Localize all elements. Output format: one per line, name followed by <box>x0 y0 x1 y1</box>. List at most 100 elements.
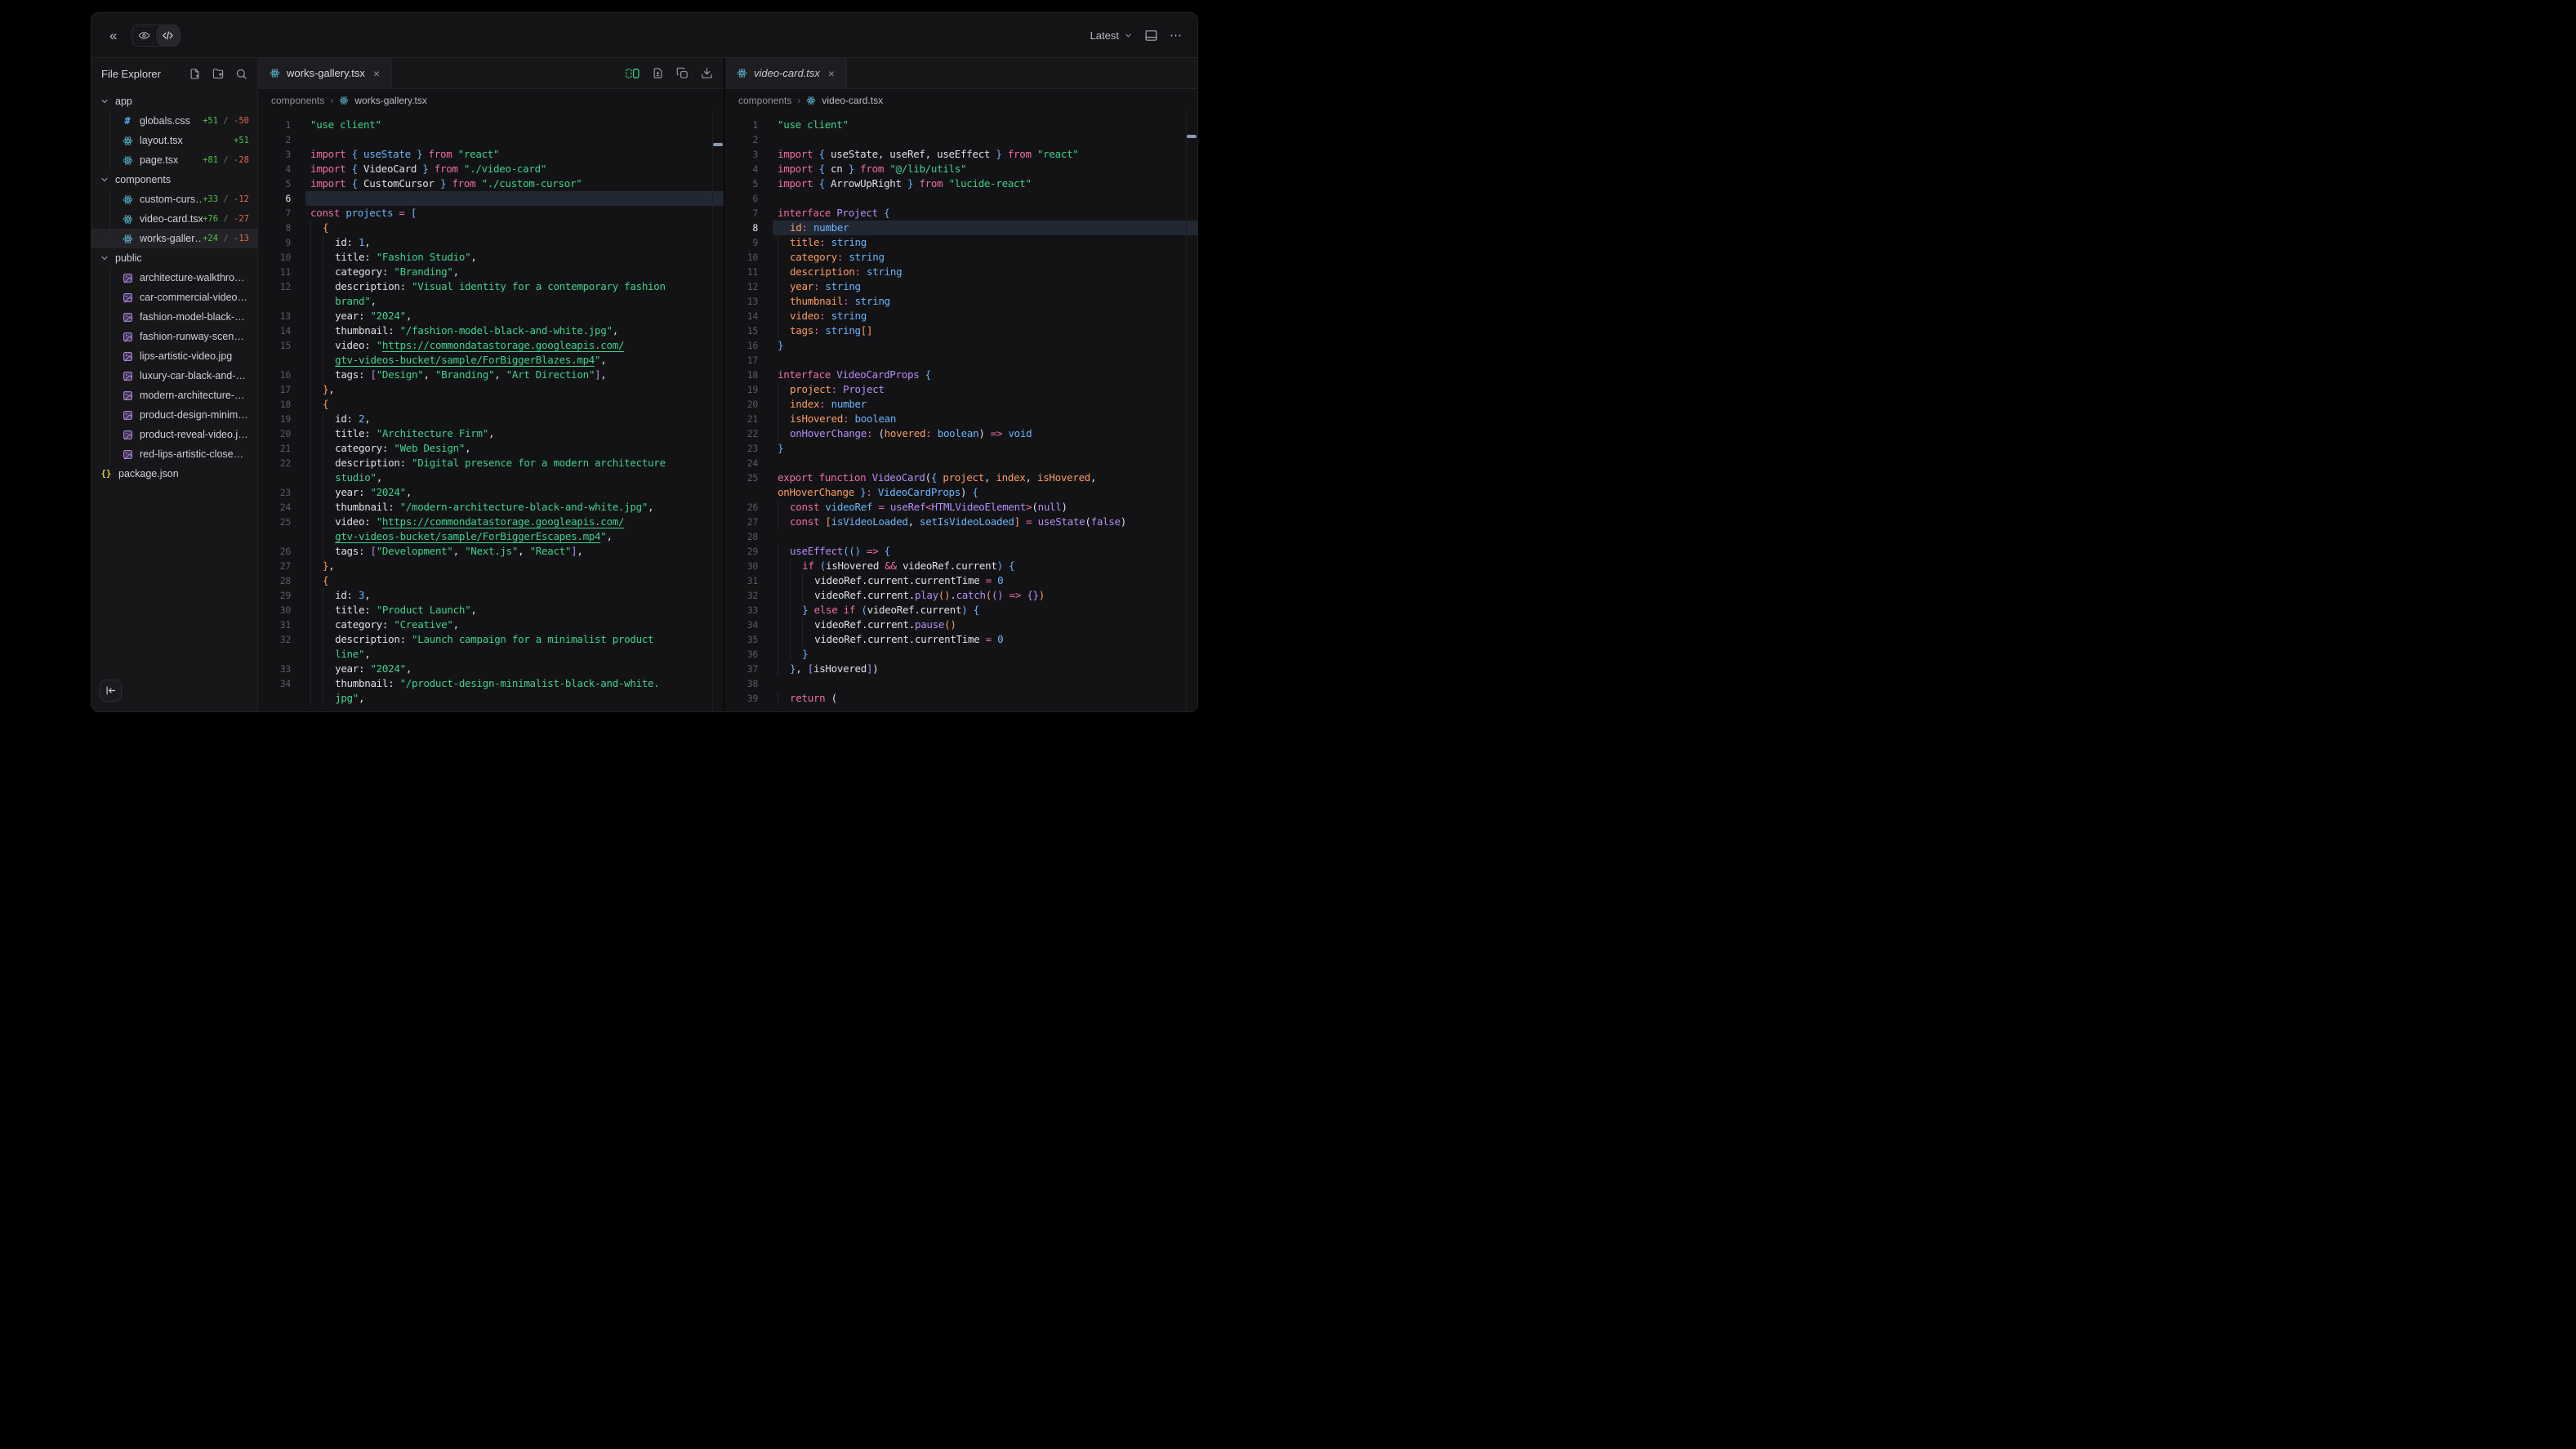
code-line[interactable]: 5import { ArrowUpRight } from "lucide-re… <box>725 176 1197 191</box>
code-line[interactable]: 26const videoRef = useRef<HTMLVideoEleme… <box>725 500 1197 515</box>
code-line[interactable]: 8{ <box>258 221 724 235</box>
code-line[interactable]: studio", <box>258 470 724 485</box>
code-line[interactable]: 10category: string <box>725 250 1197 265</box>
tree-file-item[interactable]: layout.tsx+51 <box>91 131 257 150</box>
code-line[interactable]: 32description: "Launch campaign for a mi… <box>258 632 724 647</box>
code-line[interactable]: 39return ( <box>725 691 1197 706</box>
preview-toggle-button[interactable] <box>132 25 156 46</box>
collapse-panel-button[interactable]: « <box>106 27 120 44</box>
code-line[interactable]: 21category: "Web Design", <box>258 441 724 456</box>
code-line[interactable]: 4import { cn } from "@/lib/utils" <box>725 162 1197 176</box>
code-line[interactable]: 33} else if (videoRef.current) { <box>725 603 1197 617</box>
version-dropdown[interactable]: Latest <box>1090 29 1133 42</box>
code-line[interactable]: 25export function VideoCard({ project, i… <box>725 470 1197 485</box>
tree-folder-public[interactable]: public <box>91 248 257 268</box>
code-line[interactable]: 13year: "2024", <box>258 309 724 323</box>
file-diff-button[interactable] <box>652 67 664 79</box>
tree-file-item[interactable]: fashion-runway-scen… <box>91 327 257 346</box>
code-line[interactable]: 10title: "Fashion Studio", <box>258 250 724 265</box>
code-line[interactable]: 9title: string <box>725 235 1197 250</box>
tree-folder-components[interactable]: components <box>91 170 257 189</box>
code-line[interactable]: 17}, <box>258 382 724 397</box>
code-line[interactable]: 30if (isHovered && videoRef.current) { <box>725 559 1197 573</box>
tab-video-card[interactable]: video-card.tsx × <box>725 58 847 88</box>
tree-file-item[interactable]: works-galler…+24 / -13 <box>91 229 257 248</box>
code-line[interactable]: 12description: "Visual identity for a co… <box>258 279 724 294</box>
tree-file-item[interactable]: {}package.json <box>91 464 257 484</box>
code-line[interactable]: 28{ <box>258 573 724 588</box>
code-line[interactable]: 2 <box>725 132 1197 147</box>
code-line[interactable]: line", <box>258 647 724 662</box>
code-line[interactable]: 9id: 1, <box>258 235 724 250</box>
code-line[interactable]: 24 <box>725 456 1197 470</box>
code-line[interactable]: 8id: number <box>725 221 1197 235</box>
code-line[interactable]: 20index: number <box>725 397 1197 412</box>
tree-file-item[interactable]: luxury-car-black-and-… <box>91 366 257 386</box>
code-line[interactable]: 35videoRef.current.currentTime = 0 <box>725 632 1197 647</box>
code-line[interactable]: gtv-videos-bucket/sample/ForBiggerEscape… <box>258 529 724 544</box>
code-line[interactable]: 29id: 3, <box>258 588 724 603</box>
code-line[interactable]: 24thumbnail: "/modern-architecture-black… <box>258 500 724 515</box>
breadcrumb-file[interactable]: works-gallery.tsx <box>354 95 426 106</box>
code-line[interactable]: 2 <box>258 132 724 147</box>
scrollbar-track[interactable] <box>1186 111 1197 712</box>
code-line[interactable]: onHoverChange }: VideoCardProps) { <box>725 485 1197 500</box>
diff-split-view-button[interactable] <box>626 68 640 79</box>
code-line[interactable]: 19id: 2, <box>258 412 724 426</box>
code-line[interactable]: 13thumbnail: string <box>725 294 1197 309</box>
new-folder-button[interactable] <box>212 68 225 80</box>
breadcrumb-folder[interactable]: components <box>738 95 791 106</box>
close-tab-icon[interactable]: × <box>372 68 381 79</box>
code-line[interactable]: 6 <box>725 191 1197 206</box>
download-button[interactable] <box>701 67 713 79</box>
scrollbar-track[interactable] <box>712 111 724 712</box>
breadcrumb-folder[interactable]: components <box>271 95 324 106</box>
copy-code-button[interactable] <box>676 67 689 79</box>
code-line[interactable]: 34thumbnail: "/product-design-minimalist… <box>258 676 724 691</box>
breadcrumb-file[interactable]: video-card.tsx <box>822 95 883 106</box>
code-line[interactable]: 11category: "Branding", <box>258 265 724 279</box>
code-line[interactable]: 11description: string <box>725 265 1197 279</box>
new-file-button[interactable] <box>189 68 201 80</box>
code-line[interactable]: 32videoRef.current.play().catch(() => {}… <box>725 588 1197 603</box>
tree-file-item[interactable]: fashion-model-black-… <box>91 307 257 327</box>
tree-file-item[interactable]: product-design-minim… <box>91 405 257 425</box>
code-toggle-button[interactable] <box>156 25 180 46</box>
code-line[interactable]: 20title: "Architecture Firm", <box>258 426 724 441</box>
code-line[interactable]: 23year: "2024", <box>258 485 724 500</box>
tree-folder-app[interactable]: app <box>91 91 257 111</box>
code-line[interactable]: 18{ <box>258 397 724 412</box>
code-line[interactable]: 25video: "https://commondatastorage.goog… <box>258 515 724 529</box>
code-line[interactable]: 15tags: string[] <box>725 323 1197 338</box>
more-options-button[interactable]: ⋯ <box>1170 28 1183 42</box>
code-line[interactable]: 17 <box>725 353 1197 368</box>
code-line[interactable]: 38 <box>725 676 1197 691</box>
code-line[interactable]: 7const projects = [ <box>258 206 724 221</box>
code-line[interactable]: gtv-videos-bucket/sample/ForBiggerBlazes… <box>258 353 724 368</box>
scrollbar-thumb[interactable] <box>713 143 723 146</box>
code-line[interactable]: 22onHoverChange: (hovered: boolean) => v… <box>725 426 1197 441</box>
code-line[interactable]: 36} <box>725 647 1197 662</box>
tree-file-item[interactable]: car-commercial-video… <box>91 288 257 307</box>
code-line[interactable]: 1"use client" <box>725 118 1197 132</box>
search-files-button[interactable] <box>235 68 247 80</box>
code-line[interactable]: 3import { useState } from "react" <box>258 147 724 162</box>
layout-panel-button[interactable] <box>1144 29 1158 42</box>
code-line[interactable]: 15video: "https://commondatastorage.goog… <box>258 338 724 353</box>
tree-file-item[interactable]: lips-artistic-video.jpg <box>91 346 257 366</box>
code-line[interactable]: 7interface Project { <box>725 206 1197 221</box>
code-line[interactable]: 4import { VideoCard } from "./video-card… <box>258 162 724 176</box>
collapse-sidebar-button[interactable] <box>100 680 122 702</box>
tree-file-item[interactable]: modern-architecture-… <box>91 386 257 405</box>
code-line[interactable]: 30title: "Product Launch", <box>258 603 724 617</box>
code-line[interactable]: 37}, [isHovered]) <box>725 662 1197 676</box>
code-line[interactable]: 33year: "2024", <box>258 662 724 676</box>
code-line[interactable]: 22description: "Digital presence for a m… <box>258 456 724 470</box>
tree-file-item[interactable]: video-card.tsx+76 / -27 <box>91 209 257 229</box>
code-line[interactable]: 19project: Project <box>725 382 1197 397</box>
code-line[interactable]: 28 <box>725 529 1197 544</box>
code-line[interactable]: 1"use client" <box>258 118 724 132</box>
code-line[interactable]: 31category: "Creative", <box>258 617 724 632</box>
code-line[interactable]: 27}, <box>258 559 724 573</box>
code-line[interactable]: 31videoRef.current.currentTime = 0 <box>725 573 1197 588</box>
